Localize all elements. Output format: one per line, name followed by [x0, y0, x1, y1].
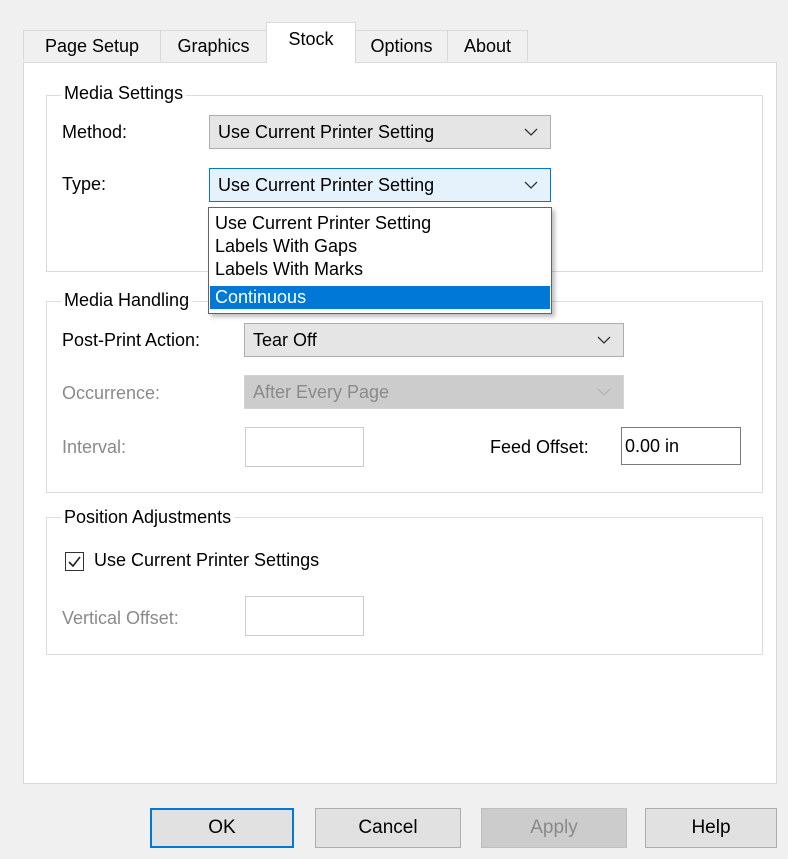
tab-options[interactable]: Options [355, 30, 448, 61]
feed-offset-label: Feed Offset: [490, 437, 589, 457]
tab-label: Options [370, 35, 433, 56]
post-print-action-select[interactable]: Tear Off [244, 323, 624, 357]
occurrence-select: After Every Page [244, 375, 624, 409]
chevron-down-icon [597, 336, 611, 344]
vertical-offset-input [245, 596, 364, 636]
feed-offset-input[interactable]: 0.00 in [621, 427, 741, 465]
type-dropdown-list[interactable]: Use Current Printer Setting Labels With … [208, 207, 552, 314]
tab-about[interactable]: About [447, 30, 528, 61]
method-select-value: Use Current Printer Setting [218, 121, 435, 142]
media-handling-title: Media Handling [61, 290, 193, 311]
dropdown-option[interactable]: Use Current Printer Setting [210, 212, 550, 235]
chevron-down-icon [524, 128, 538, 136]
dropdown-option[interactable]: Labels With Gaps [210, 235, 550, 258]
use-current-printer-settings-checkbox[interactable] [65, 552, 84, 571]
chevron-down-icon [597, 388, 611, 396]
use-current-printer-settings-label[interactable]: Use Current Printer Settings [94, 550, 319, 571]
dropdown-option[interactable]: Labels With Marks [210, 258, 550, 281]
method-select[interactable]: Use Current Printer Setting [209, 115, 551, 149]
apply-button: Apply [481, 808, 627, 848]
tab-label: Page Setup [44, 35, 140, 56]
post-print-action-label: Post-Print Action: [62, 330, 201, 350]
post-print-action-value: Tear Off [253, 329, 317, 350]
tab-graphics[interactable]: Graphics [160, 30, 267, 61]
dropdown-option-highlighted[interactable]: Continuous [210, 286, 550, 309]
help-button[interactable]: Help [645, 808, 777, 848]
chevron-down-icon [524, 181, 538, 189]
position-adjustments-group [46, 517, 763, 655]
position-adjustments-title: Position Adjustments [61, 507, 235, 528]
type-select[interactable]: Use Current Printer Setting [209, 168, 551, 202]
type-label: Type: [62, 174, 107, 194]
media-settings-title: Media Settings [61, 83, 187, 104]
method-label: Method: [62, 122, 128, 142]
tab-stock[interactable]: Stock [266, 22, 356, 63]
tab-label: Graphics [177, 35, 250, 56]
tab-page-setup[interactable]: Page Setup [23, 30, 161, 61]
vertical-offset-label: Vertical Offset: [62, 608, 179, 628]
interval-input [245, 427, 364, 467]
occurrence-label: Occurrence: [62, 383, 161, 403]
checkmark-icon [68, 556, 81, 568]
type-select-value: Use Current Printer Setting [218, 174, 435, 195]
cancel-button[interactable]: Cancel [315, 808, 461, 848]
interval-label: Interval: [62, 437, 127, 457]
tab-label: About [463, 35, 512, 56]
occurrence-value: After Every Page [253, 381, 390, 402]
ok-button[interactable]: OK [150, 808, 294, 848]
tab-label: Stock [288, 28, 334, 49]
